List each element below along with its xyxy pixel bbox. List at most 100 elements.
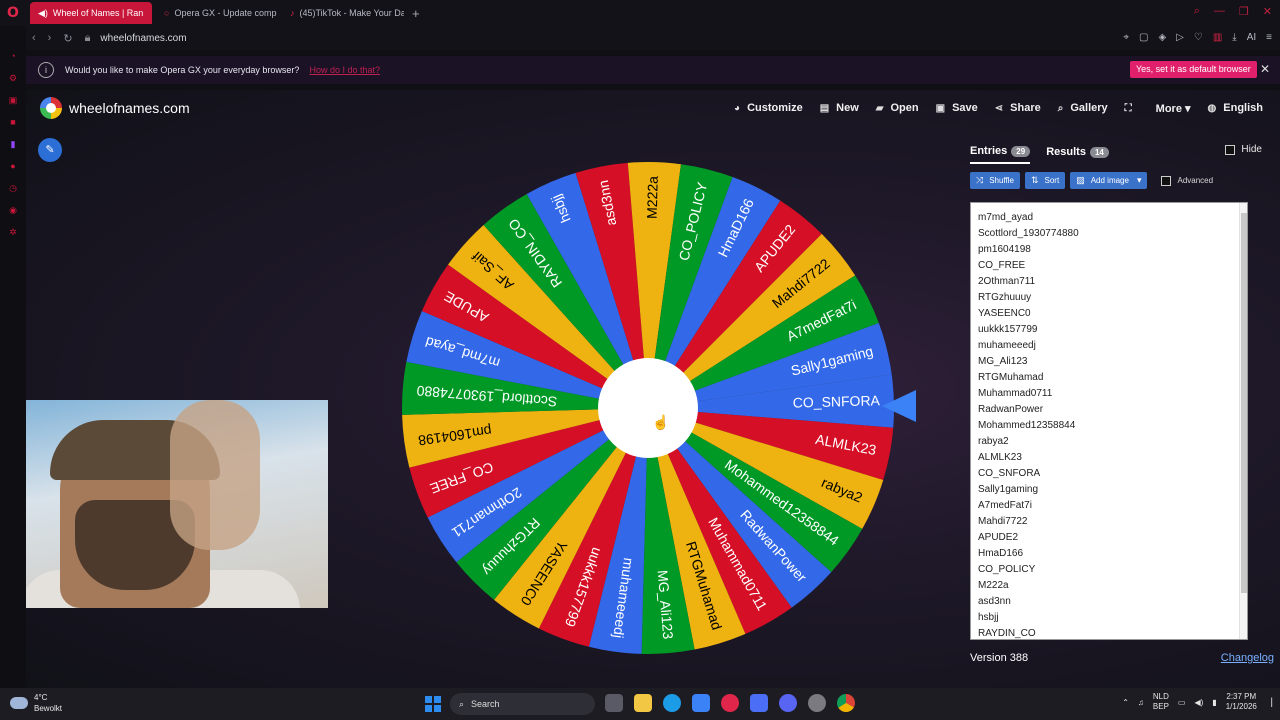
site-logo-icon[interactable]: [40, 97, 62, 119]
edge-icon[interactable]: [663, 694, 681, 712]
advanced-toggle[interactable]: Advanced: [1161, 175, 1213, 186]
entry-line[interactable]: asd3nn: [971, 594, 1247, 610]
download-icon[interactable]: ⤓: [1232, 32, 1236, 43]
how-link[interactable]: How do I do that?: [309, 65, 380, 75]
shield-icon[interactable]: ◈: [1158, 32, 1166, 43]
add-image-button[interactable]: ▨ Add image ▾: [1070, 172, 1148, 189]
snapshot-icon[interactable]: ▢: [1139, 32, 1148, 43]
menu-icon[interactable]: ≡: [1266, 32, 1272, 43]
tab-wheel-of-names[interactable]: ◀) Wheel of Names | Ran: [30, 2, 152, 24]
entry-line[interactable]: ALMLK23: [971, 450, 1247, 466]
clock[interactable]: 2:37 PM 1/1/2026: [1226, 692, 1257, 712]
entry-line[interactable]: YASEENC0: [971, 306, 1247, 322]
entry-line[interactable]: RTGzhuuuy: [971, 290, 1247, 306]
opera-gx-logo-icon[interactable]: O: [0, 0, 26, 26]
reload-icon[interactable]: ↻: [63, 32, 72, 45]
bag-icon[interactable]: ▥: [1213, 32, 1222, 43]
hide-checkbox[interactable]: [1225, 144, 1236, 155]
entry-line[interactable]: Sally1gaming: [971, 482, 1247, 498]
settings-icon[interactable]: ✲: [6, 226, 20, 238]
close-window-button[interactable]: ✕: [1263, 5, 1272, 18]
ai-icon[interactable]: AI: [1247, 32, 1256, 43]
forward-icon[interactable]: ›: [48, 32, 52, 44]
player-icon[interactable]: ●: [6, 160, 20, 172]
file-explorer-icon[interactable]: [634, 694, 652, 712]
entry-line[interactable]: pm1604198: [971, 242, 1247, 258]
back-icon[interactable]: ‹: [32, 32, 36, 44]
weather-widget[interactable]: 4°C Bewolkt: [10, 692, 62, 714]
opera-gx-icon[interactable]: [721, 694, 739, 712]
menu-gallery[interactable]: ⌕ Gallery: [1058, 102, 1108, 114]
maximize-button[interactable]: ❐: [1239, 5, 1249, 18]
shuffle-button[interactable]: ⤨ Shuffle: [970, 172, 1020, 189]
entry-line[interactable]: Mahdi7722: [971, 514, 1247, 530]
entry-line[interactable]: APUDE2: [971, 530, 1247, 546]
history-icon[interactable]: ◷: [6, 182, 20, 194]
entry-line[interactable]: CO_FREE: [971, 258, 1247, 274]
language-indicator[interactable]: NLD BEP: [1153, 692, 1169, 712]
entry-line[interactable]: RTGMuhamad: [971, 370, 1247, 386]
entry-line[interactable]: hsbjj: [971, 610, 1247, 626]
battery-icon[interactable]: ▮: [1212, 698, 1216, 707]
scroll-thumb[interactable]: [1241, 213, 1247, 593]
menu-open[interactable]: ▰ Open: [876, 102, 919, 114]
entry-line[interactable]: m7md_ayad: [971, 210, 1247, 226]
chat-icon[interactable]: ◉: [6, 204, 20, 216]
entry-line[interactable]: M222a: [971, 578, 1247, 594]
wheel-container[interactable]: CO_SNFORA ALMLK23 rabya2 Mohammed12358844 Ra…: [400, 160, 896, 656]
menu-new[interactable]: ▤ New: [820, 102, 859, 114]
changelog-link[interactable]: Changelog: [1221, 652, 1274, 664]
advanced-checkbox[interactable]: [1161, 175, 1172, 186]
entry-line[interactable]: Scottlord_1930774880: [971, 226, 1247, 242]
tab-entries[interactable]: Entries 29: [970, 140, 1031, 164]
pin-icon[interactable]: ⌖: [1123, 32, 1129, 43]
tray-chevron-icon[interactable]: ⌃: [1122, 698, 1129, 707]
notifications-icon[interactable]: ▕: [1266, 698, 1272, 707]
entries-scrollbar[interactable]: [1239, 203, 1247, 639]
menu-language[interactable]: ◍ English: [1208, 102, 1263, 114]
entry-line[interactable]: CO_SNFORA: [971, 466, 1247, 482]
entry-line[interactable]: MG_Ali123: [971, 354, 1247, 370]
menu-more[interactable]: More ▾: [1156, 102, 1191, 115]
set-default-button[interactable]: Yes, set it as default browser: [1130, 61, 1257, 78]
menu-fullscreen[interactable]: ⛶: [1125, 103, 1139, 114]
entry-line[interactable]: RAYDIN_CO: [971, 626, 1247, 639]
volume-icon[interactable]: ◀): [1194, 698, 1203, 707]
menu-save[interactable]: ▣ Save: [936, 102, 978, 114]
twitch-icon[interactable]: ▮: [6, 138, 20, 150]
entry-line[interactable]: rabya2: [971, 434, 1247, 450]
entry-line[interactable]: Muhammad0711: [971, 386, 1247, 402]
site-title[interactable]: wheelofnames.com: [69, 100, 190, 116]
bookmark-icon[interactable]: ■: [6, 116, 20, 128]
discord-icon[interactable]: [779, 694, 797, 712]
speed-dial-icon[interactable]: ◔: [6, 50, 20, 62]
minimize-button[interactable]: —: [1214, 5, 1225, 18]
new-tab-button[interactable]: +: [412, 6, 420, 21]
gx-corner-icon[interactable]: ▣: [6, 94, 20, 106]
url-text[interactable]: wheelofnames.com: [100, 33, 186, 44]
task-view-icon[interactable]: [605, 694, 623, 712]
search-tabs-icon[interactable]: ⌕: [1194, 5, 1200, 18]
play-icon[interactable]: ▷: [1176, 32, 1184, 43]
entry-line[interactable]: uukkk157799: [971, 322, 1247, 338]
entries-textarea[interactable]: m7md_ayad Scottlord_1930774880 pm1604198 CO…: [970, 202, 1248, 640]
heart-icon[interactable]: ♡: [1194, 32, 1203, 43]
entry-line[interactable]: 2Othman711: [971, 274, 1247, 290]
tab-tiktok[interactable]: ♪ (45)TikTok - Make Your Da: [282, 2, 404, 24]
gx-control-icon[interactable]: ⚙: [6, 72, 20, 84]
taskbar-search[interactable]: ⌕ Search: [450, 693, 595, 715]
tab-results[interactable]: Results 14: [1046, 140, 1109, 164]
menu-customize[interactable]: ◕ Customize: [734, 102, 803, 114]
steam-icon[interactable]: [808, 694, 826, 712]
start-button-icon[interactable]: [425, 696, 441, 712]
entry-line[interactable]: HmaD166: [971, 546, 1247, 562]
network-icon[interactable]: ▭: [1178, 698, 1186, 707]
name-wheel[interactable]: CO_SNFORAALMLK23rabya2Mohammed12358844Ra…: [400, 160, 896, 656]
entry-line[interactable]: Mohammed12358844: [971, 418, 1247, 434]
menu-share[interactable]: ⋖ Share: [995, 102, 1041, 114]
hide-toggle[interactable]: Hide: [1225, 144, 1262, 155]
close-icon[interactable]: ✕: [1260, 62, 1270, 76]
wheel-center[interactable]: [598, 358, 698, 458]
sort-button[interactable]: ⇅ Sort: [1024, 172, 1066, 189]
visual-studio-icon[interactable]: [750, 694, 768, 712]
